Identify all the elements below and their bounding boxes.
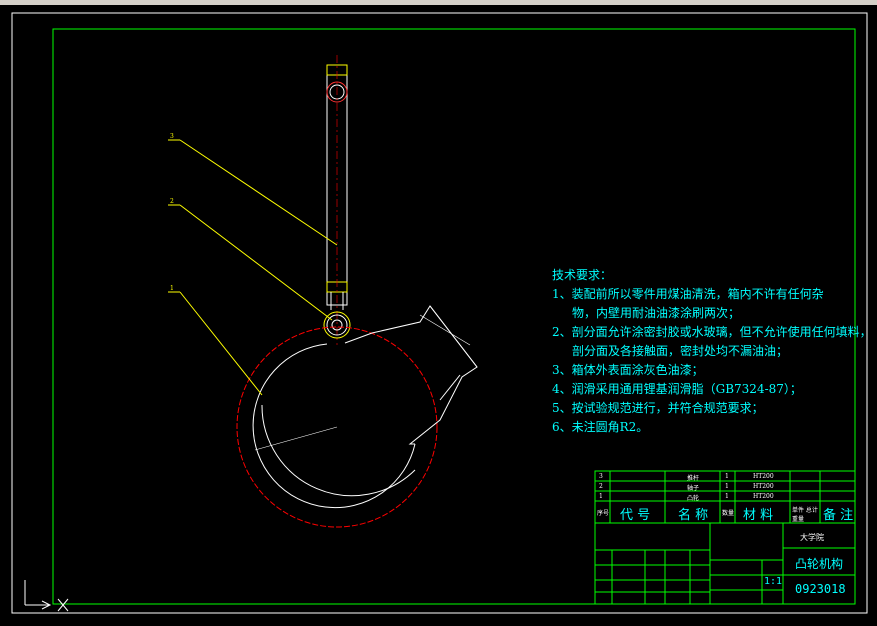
balloon-3: 3 [170, 133, 174, 140]
notes-title: 技术要求： [552, 268, 613, 282]
header-name: 名 称 [678, 508, 709, 523]
notes-line: 6、未注圆角R2。 [552, 420, 649, 434]
notes-line: 5、按试验规范进行，并符合规范要求； [552, 401, 764, 415]
parts-row-no: 3 [599, 473, 603, 480]
notes-line: 剖分面及各接触面，密封处均不漏油油； [572, 344, 789, 358]
header-seq: 序号 [597, 510, 610, 517]
balloon-1: 1 [170, 285, 174, 292]
notes-line: 1、装配前所以零件用煤油清洗，箱内不许有任何杂 [552, 287, 824, 301]
header-qty: 数量 [722, 510, 735, 517]
parts-row-name: 轴子 [687, 485, 700, 492]
parts-row-material: HT200 [753, 473, 774, 480]
header-remark: 备 注 [823, 508, 854, 523]
notes-line: 3、箱体外表面涂灰色油漆； [552, 363, 704, 377]
parts-row-no: 1 [599, 493, 603, 500]
parts-row-qty: 1 [725, 493, 729, 500]
dimension-marks [254, 314, 471, 451]
notes-line: 4、润滑采用通用锂基润滑脂（GB7324-87）； [552, 382, 802, 396]
parts-row-name: 凸轮 [687, 495, 700, 502]
notes-line: 物，内壁用耐油油漆涂刷两次； [572, 306, 741, 320]
parts-row-material: HT200 [753, 483, 774, 490]
scale-value: 1:1 [764, 576, 783, 587]
header-material: 材 料 [743, 508, 774, 523]
drawing-number: 0923018 [795, 582, 846, 596]
header-code: 代 号 [620, 508, 651, 523]
balloon-2: 2 [170, 198, 174, 205]
cam-profile[interactable] [236, 305, 478, 528]
parts-row-name: 推杆 [687, 475, 700, 482]
drawing-name: 凸轮机构 [795, 557, 844, 571]
parts-row-no: 2 [599, 483, 603, 490]
leader-lines [168, 139, 338, 396]
header-weight: 单件 总计 重量 [792, 507, 818, 523]
school-name: 大学院 [800, 533, 824, 542]
notes-line: 2、剖分面允许涂密封胶或水玻璃，但不允许使用任何填料， [552, 325, 872, 339]
parts-row-material: HT200 [753, 493, 774, 500]
ucs-icon [24, 580, 69, 612]
parts-row-qty: 1 [725, 473, 729, 480]
top-toolbar-strip [0, 0, 877, 5]
technical-requirements: 技术要求： 1、装配前所以零件用煤油清洗，箱内不许有任何杂 物，内壁用耐油油漆涂… [552, 266, 872, 437]
parts-row-qty: 1 [725, 483, 729, 490]
